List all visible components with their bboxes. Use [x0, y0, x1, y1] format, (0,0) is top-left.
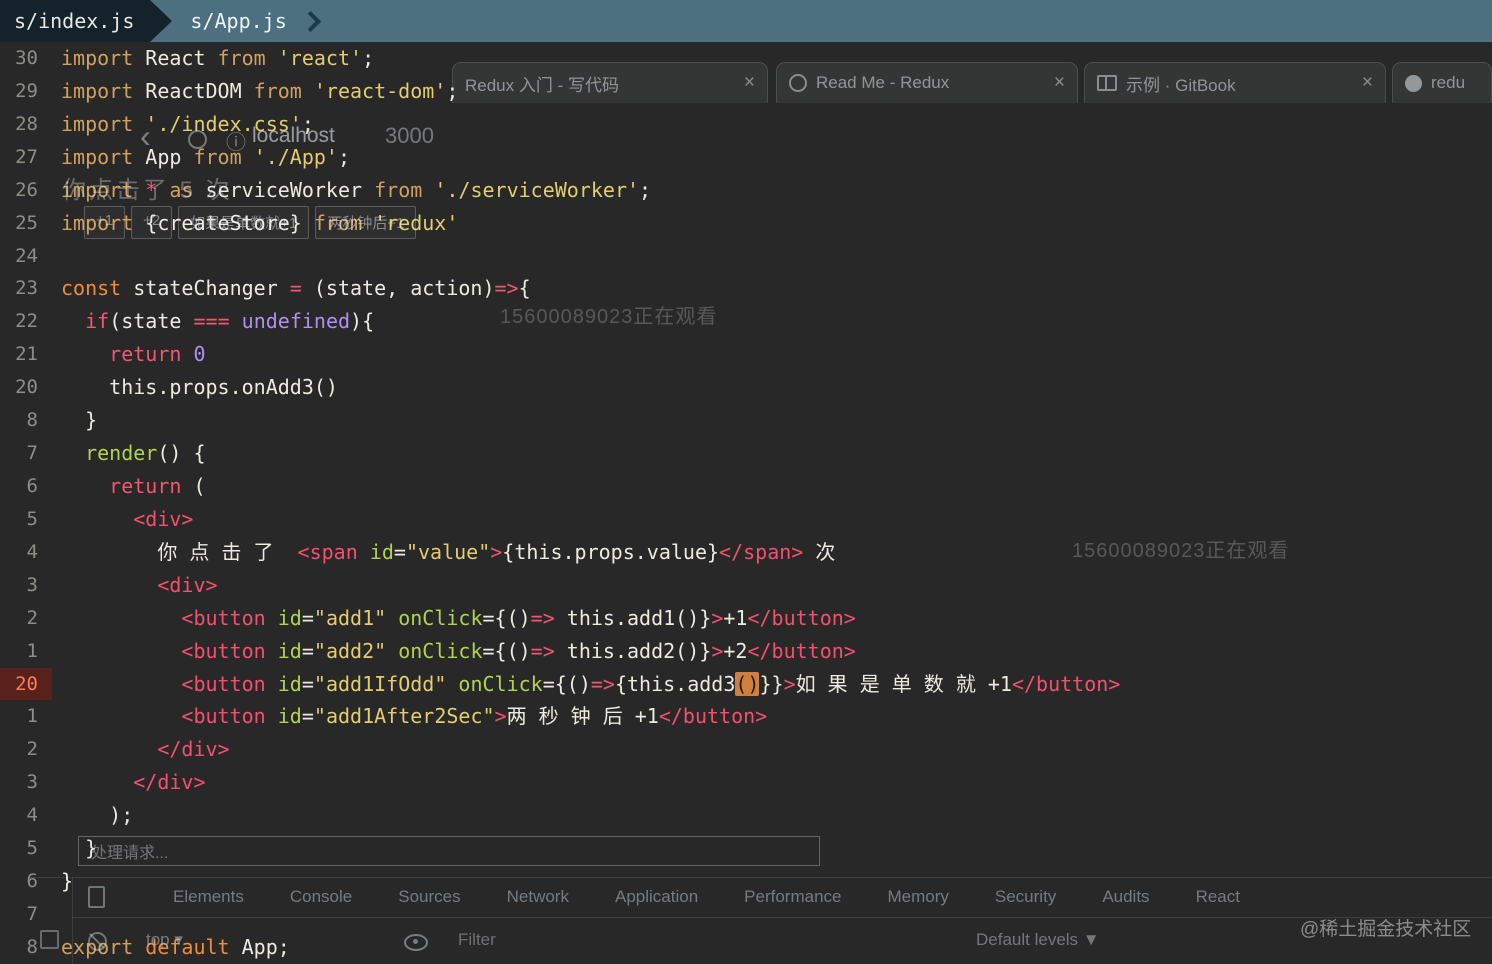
tab-app-js-label: s/App.js	[190, 9, 287, 33]
code-row: 4 );	[0, 799, 1492, 832]
code-line[interactable]: const stateChanger = (state, action)=>{	[52, 272, 531, 305]
code-line[interactable]: }	[52, 865, 73, 898]
code-line[interactable]: export default App;	[52, 931, 290, 964]
line-number[interactable]: 28	[0, 108, 52, 141]
line-number[interactable]: 26	[0, 174, 52, 207]
line-number[interactable]: 22	[0, 305, 52, 338]
line-number[interactable]: 29	[0, 75, 52, 108]
line-number[interactable]: 24	[0, 240, 52, 273]
code-line[interactable]: <button id="add1After2Sec">两 秒 钟 后 +1</b…	[52, 700, 767, 733]
line-number[interactable]: 2	[0, 733, 52, 766]
tab-app-js[interactable]: s/App.js	[172, 0, 325, 42]
code-row: 3 <div>	[0, 569, 1492, 602]
code-line[interactable]: }	[52, 404, 97, 437]
line-number[interactable]: 7	[0, 437, 52, 470]
code-line[interactable]	[52, 240, 61, 273]
line-number[interactable]: 3	[0, 569, 52, 602]
code-row: 20 this.props.onAdd3()	[0, 371, 1492, 404]
code-row: 6}	[0, 865, 1492, 898]
line-number[interactable]: 20	[0, 667, 52, 701]
code-row: 25 import {createStore} from 'redux'	[0, 207, 1492, 240]
tab-index-js-label: s/index.js	[14, 9, 135, 33]
line-number[interactable]: 4	[0, 799, 52, 832]
code-area[interactable]: 30 import React from 'react'; 29 import Rea…	[0, 42, 1492, 964]
code-line[interactable]: this.props.onAdd3()	[52, 371, 338, 404]
tab-index-js[interactable]: s/index.js	[0, 0, 151, 42]
line-number[interactable]: 5	[0, 832, 52, 865]
line-number[interactable]: 25	[0, 207, 52, 240]
code-row: 27 import App from './App';	[0, 141, 1492, 174]
code-line[interactable]: import React from 'react';	[52, 42, 374, 75]
line-number[interactable]: 30	[0, 42, 52, 75]
code-row: 3 </div>	[0, 766, 1492, 799]
code-row: 26 import * as serviceWorker from './serv…	[0, 174, 1492, 207]
code-line[interactable]: 你 点 击 了 <span id="value">{this.props.val…	[52, 536, 835, 569]
code-line[interactable]: render() {	[52, 437, 205, 470]
code-row: 1 <button id="add2" onClick={()=> this.a…	[0, 635, 1492, 668]
code-row: 2 <button id="add1" onClick={()=> this.a…	[0, 602, 1492, 635]
code-row: 21 return 0	[0, 338, 1492, 371]
line-number[interactable]: 8	[0, 931, 52, 964]
code-line[interactable]: if(state === undefined){	[52, 305, 374, 338]
code-line[interactable]: import {createStore} from 'redux'	[52, 207, 458, 240]
code-line[interactable]: return 0	[52, 338, 205, 371]
line-number[interactable]: 1	[0, 700, 52, 733]
line-number[interactable]: 23	[0, 272, 52, 305]
code-row: 4 你 点 击 了 <span id="value">{this.props.v…	[0, 536, 1492, 569]
line-number[interactable]: 3	[0, 766, 52, 799]
line-number[interactable]: 1	[0, 635, 52, 668]
line-number[interactable]: 5	[0, 503, 52, 536]
code-row: 30 import React from 'react';	[0, 42, 1492, 75]
line-number[interactable]: 2	[0, 602, 52, 635]
code-line[interactable]: </div>	[52, 766, 205, 799]
code-line[interactable]: import * as serviceWorker from './servic…	[52, 174, 651, 207]
code-line[interactable]: }	[52, 832, 97, 865]
code-line[interactable]: <button id="add1" onClick={()=> this.add…	[52, 602, 855, 635]
code-line[interactable]: <div>	[52, 503, 193, 536]
code-row: 20 <button id="add1IfOdd" onClick={()=>{…	[0, 667, 1492, 701]
code-row: 2 </div>	[0, 733, 1492, 766]
code-row: 7 render() {	[0, 437, 1492, 470]
line-number[interactable]: 6	[0, 470, 52, 503]
code-row: 29 import ReactDOM from 'react-dom';	[0, 75, 1492, 108]
code-row: 7	[0, 898, 1492, 931]
code-line[interactable]	[52, 898, 61, 931]
code-line[interactable]: import ReactDOM from 'react-dom';	[52, 75, 458, 108]
code-row: 23 const stateChanger = (state, action)=>…	[0, 272, 1492, 305]
line-number[interactable]: 21	[0, 338, 52, 371]
code-row: 22 if(state === undefined){	[0, 305, 1492, 338]
line-number[interactable]: 4	[0, 536, 52, 569]
code-row: 5 }	[0, 832, 1492, 865]
tab-arrow-separator	[150, 0, 173, 42]
code-line[interactable]: <div>	[52, 569, 217, 602]
chevron-right-icon	[299, 10, 321, 32]
code-row: 1 <button id="add1After2Sec">两 秒 钟 后 +1<…	[0, 700, 1492, 733]
line-number[interactable]: 8	[0, 404, 52, 437]
code-line[interactable]: <button id="add1IfOdd" onClick={()=>{thi…	[52, 668, 1120, 701]
code-line[interactable]: <button id="add2" onClick={()=> this.add…	[52, 635, 855, 668]
code-row: 8 export default App;	[0, 931, 1492, 964]
line-number[interactable]: 27	[0, 141, 52, 174]
code-line[interactable]: import App from './App';	[52, 141, 350, 174]
code-row: 28 import './index.css';	[0, 108, 1492, 141]
code-line[interactable]: );	[52, 799, 133, 832]
line-number[interactable]: 7	[0, 898, 52, 931]
code-row: 5 <div>	[0, 503, 1492, 536]
code-row: 24	[0, 240, 1492, 273]
code-line[interactable]: </div>	[52, 733, 229, 766]
code-line[interactable]: import './index.css';	[52, 108, 314, 141]
editor-tabbar: s/index.js s/App.js	[0, 0, 1492, 42]
code-line[interactable]: return (	[52, 470, 205, 503]
line-number[interactable]: 20	[0, 371, 52, 404]
code-row: 8 }	[0, 404, 1492, 437]
code-row: 6 return (	[0, 470, 1492, 503]
line-number[interactable]: 6	[0, 865, 52, 898]
